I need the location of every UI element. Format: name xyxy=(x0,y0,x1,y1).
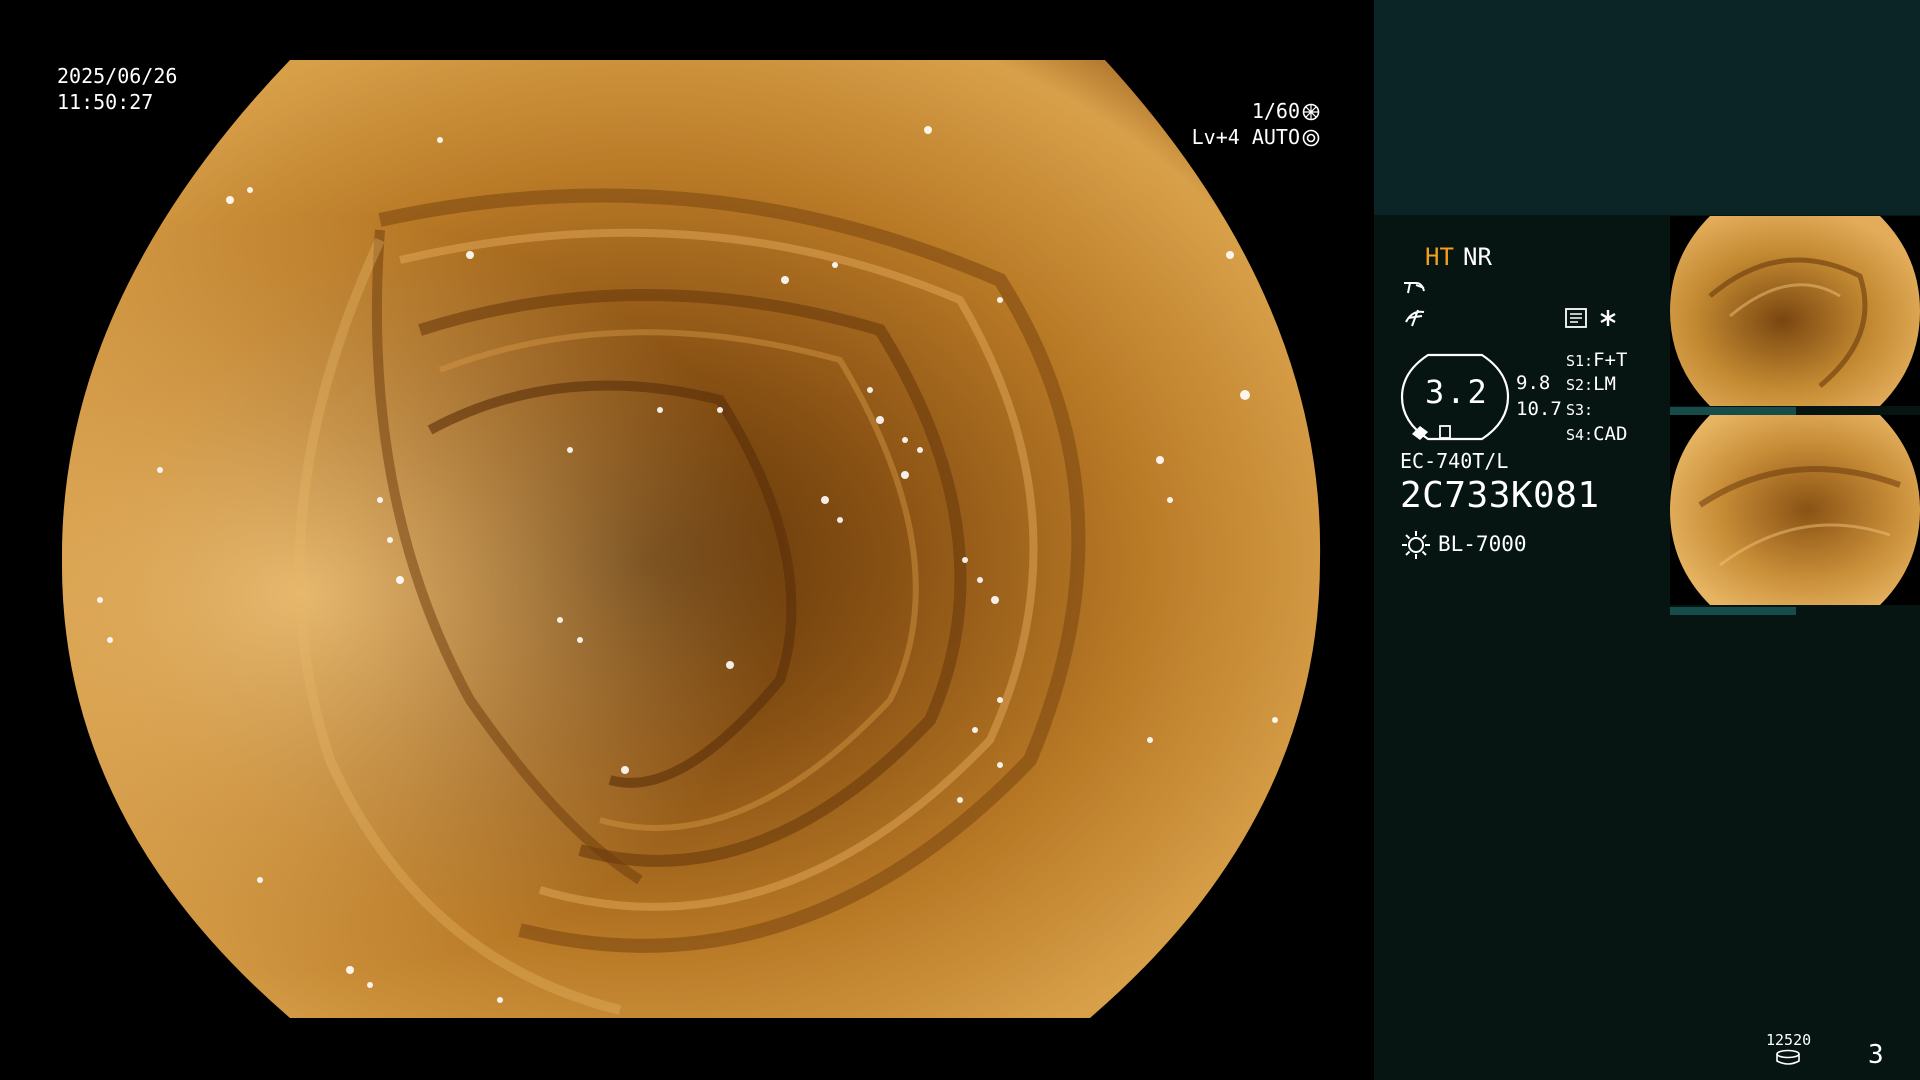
exposure-row: Lv+4 AUTO xyxy=(1170,124,1320,150)
switch-key: S1: xyxy=(1566,352,1594,370)
record-icon xyxy=(1565,308,1587,328)
ht-mode-indicator: HT xyxy=(1425,243,1454,271)
image-counter: 12520 xyxy=(1766,1031,1812,1049)
switch-key: S2: xyxy=(1566,376,1594,394)
thumbnail-2-bar xyxy=(1670,607,1796,615)
switch-value: CAD xyxy=(1593,423,1628,445)
switch-key: S3: xyxy=(1566,401,1594,419)
shutter-icon xyxy=(1302,103,1320,121)
film-counter-icon xyxy=(1776,1049,1800,1065)
switch-s2: S2:LM xyxy=(1566,373,1616,395)
switch-s3: S3: xyxy=(1566,398,1593,420)
color-enhance-icon xyxy=(1405,309,1425,327)
exposure-readout: 1/60 Lv+4 AUTO xyxy=(1170,98,1320,150)
captured-image-thumbnail-2[interactable] xyxy=(1670,415,1920,605)
scope-model: EC-740T/L xyxy=(1400,449,1509,473)
switch-value: F+T xyxy=(1593,349,1628,371)
zoom-value: 3.2 xyxy=(1425,373,1489,411)
date-time-readout: 2025/06/26 11:50:27 xyxy=(57,63,177,115)
switch-key: S4: xyxy=(1566,426,1594,444)
zoom-readout-2: 10.7 xyxy=(1516,398,1562,420)
time-text: 11:50:27 xyxy=(57,90,154,114)
page-number: 3 xyxy=(1868,1040,1884,1070)
light-source-model: BL-7000 xyxy=(1438,532,1527,556)
shutter-text: 1/60 xyxy=(1251,99,1300,123)
exposure-text: Lv+4 AUTO xyxy=(1191,125,1300,149)
switch-s1: S1:F+T xyxy=(1566,349,1627,371)
light-source-icon xyxy=(1402,531,1430,559)
date-text: 2025/06/26 xyxy=(57,64,178,88)
iris-icon xyxy=(1302,129,1320,147)
endoscope-image xyxy=(61,60,1321,1018)
thumbnail-1-bar xyxy=(1670,407,1796,415)
captured-image-thumbnail-1[interactable] xyxy=(1670,216,1920,406)
zoom-readout-1: 9.8 xyxy=(1516,372,1551,394)
switch-value: LM xyxy=(1593,373,1616,395)
structure-enhance-icon xyxy=(1404,282,1425,294)
scope-serial-number: 2C733K081 xyxy=(1400,475,1600,516)
nr-mode-indicator: NR xyxy=(1463,243,1492,271)
info-panel-header xyxy=(1374,0,1920,215)
shutter-row: 1/60 xyxy=(1170,98,1320,124)
switch-s4: S4:CAD xyxy=(1566,423,1627,445)
main-endoscope-view: 2025/06/26 11:50:27 1/60 Lv+4 AUTO xyxy=(0,0,1374,1080)
asterisk-icon xyxy=(1600,310,1616,326)
